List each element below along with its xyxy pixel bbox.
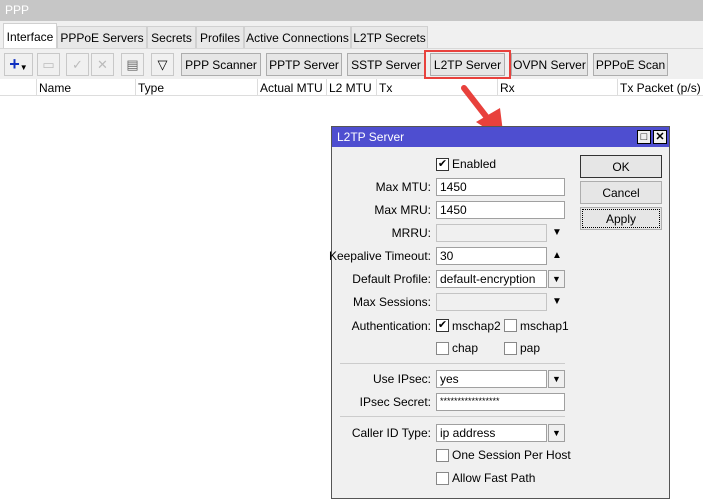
col-tx-packet[interactable]: Tx Packet (p/s) (618, 79, 703, 95)
chap-label: chap (452, 341, 479, 355)
tab-pppoe-servers[interactable]: PPPoE Servers (57, 26, 147, 48)
col-type[interactable]: Type (136, 79, 258, 95)
dropdown-icon[interactable]: ▼ (548, 424, 565, 442)
caller-id-type-select[interactable]: ip address (436, 424, 547, 442)
col-name[interactable]: Name (37, 79, 136, 95)
use-ipsec-label: Use IPsec: (372, 372, 431, 386)
comment-icon[interactable]: ▤ (121, 53, 144, 76)
mschap1-label: mschap1 (520, 319, 569, 333)
mrru-label: MRRU: (391, 226, 431, 240)
keepalive-label: Keepalive Timeout: (328, 249, 431, 263)
use-ipsec-select[interactable]: yes (436, 370, 547, 388)
max-mru-input[interactable]: 1450 (436, 201, 565, 219)
mschap2-label: mschap2 (452, 319, 501, 333)
check-icon[interactable]: ✓ (66, 53, 89, 76)
toolbar: +▼ ▭ ✓ ✕ ▤ ▽ PPP Scanner PPTP Server SST… (0, 48, 703, 79)
one-session-per-host-label: One Session Per Host (452, 448, 571, 462)
pptp-server-button[interactable]: PPTP Server (266, 53, 342, 76)
col-blank[interactable] (3, 79, 37, 95)
col-actual-mtu[interactable]: Actual MTU (258, 79, 327, 95)
tab-active-connections[interactable]: Active Connections (244, 26, 351, 48)
filter-icon[interactable]: ▽ (151, 53, 174, 76)
window-title: PPP (0, 0, 703, 21)
cancel-button[interactable]: Cancel (580, 181, 662, 204)
chap-checkbox[interactable] (436, 342, 449, 355)
pap-label: pap (520, 341, 541, 355)
enabled-checkbox[interactable]: ✔ (436, 158, 449, 171)
max-sessions-input[interactable] (436, 293, 547, 311)
keepalive-input[interactable]: 30 (436, 247, 547, 265)
collapse-up-icon[interactable]: ▲ (552, 250, 562, 261)
tab-secrets[interactable]: Secrets (147, 26, 196, 48)
mschap2-checkbox[interactable]: ✔ (436, 319, 449, 332)
default-profile-select[interactable]: default-encryption (436, 270, 547, 288)
close-icon[interactable]: ✕ (653, 130, 667, 144)
caller-id-type-label: Caller ID Type: (351, 426, 431, 440)
max-mru-label: Max MRU: (374, 203, 431, 217)
expand-down-icon[interactable]: ▼ (552, 296, 562, 307)
l2tp-server-dialog: L2TP Server □ ✕ ✔ Enabled Max MTU: 1450 … (328, 126, 670, 499)
max-sessions-label: Max Sessions: (352, 295, 431, 309)
ovpn-server-button[interactable]: OVPN Server (511, 53, 588, 76)
mrru-input[interactable] (436, 224, 547, 242)
dialog-title: L2TP Server □ ✕ (332, 127, 669, 147)
plus-icon[interactable]: +▼ (4, 53, 33, 76)
col-l2-mtu[interactable]: L2 MTU (327, 79, 377, 95)
tab-l2tp-secrets[interactable]: L2TP Secrets (351, 26, 428, 48)
tab-profiles[interactable]: Profiles (196, 26, 244, 48)
max-mtu-input[interactable]: 1450 (436, 178, 565, 196)
authentication-label: Authentication: (351, 319, 431, 333)
dialog-title-text: L2TP Server (337, 130, 405, 144)
allow-fast-path-label: Allow Fast Path (452, 471, 536, 485)
ipsec-secret-input[interactable]: ***************** (436, 393, 565, 411)
cross-icon[interactable]: ✕ (91, 53, 114, 76)
allow-fast-path-checkbox[interactable] (436, 472, 449, 485)
default-profile-label: Default Profile: (352, 272, 431, 286)
pppoe-scan-button[interactable]: PPPoE Scan (593, 53, 668, 76)
dropdown-icon[interactable]: ▼ (548, 370, 565, 388)
tab-bar: Interface PPPoE Servers Secrets Profiles… (0, 21, 703, 49)
divider (340, 416, 565, 417)
sstp-server-button[interactable]: SSTP Server (347, 53, 425, 76)
ppp-scanner-button[interactable]: PPP Scanner (181, 53, 261, 76)
max-mtu-label: Max MTU: (375, 180, 431, 194)
divider (340, 363, 565, 364)
tab-interface[interactable]: Interface (3, 23, 57, 49)
highlight-box (424, 50, 511, 79)
enabled-label: Enabled (452, 157, 497, 171)
maximize-icon[interactable]: □ (637, 130, 651, 144)
ok-button[interactable]: OK (580, 155, 662, 178)
mschap1-checkbox[interactable] (504, 319, 517, 332)
minus-icon[interactable]: ▭ (37, 53, 60, 76)
pap-checkbox[interactable] (504, 342, 517, 355)
table-header: Name Type Actual MTU L2 MTU Tx Rx Tx Pac… (0, 79, 703, 96)
apply-button[interactable]: Apply (580, 207, 662, 230)
one-session-per-host-checkbox[interactable] (436, 449, 449, 462)
dropdown-icon[interactable]: ▼ (548, 270, 565, 288)
expand-down-icon[interactable]: ▼ (552, 227, 562, 238)
ipsec-secret-label: IPsec Secret: (359, 395, 431, 409)
